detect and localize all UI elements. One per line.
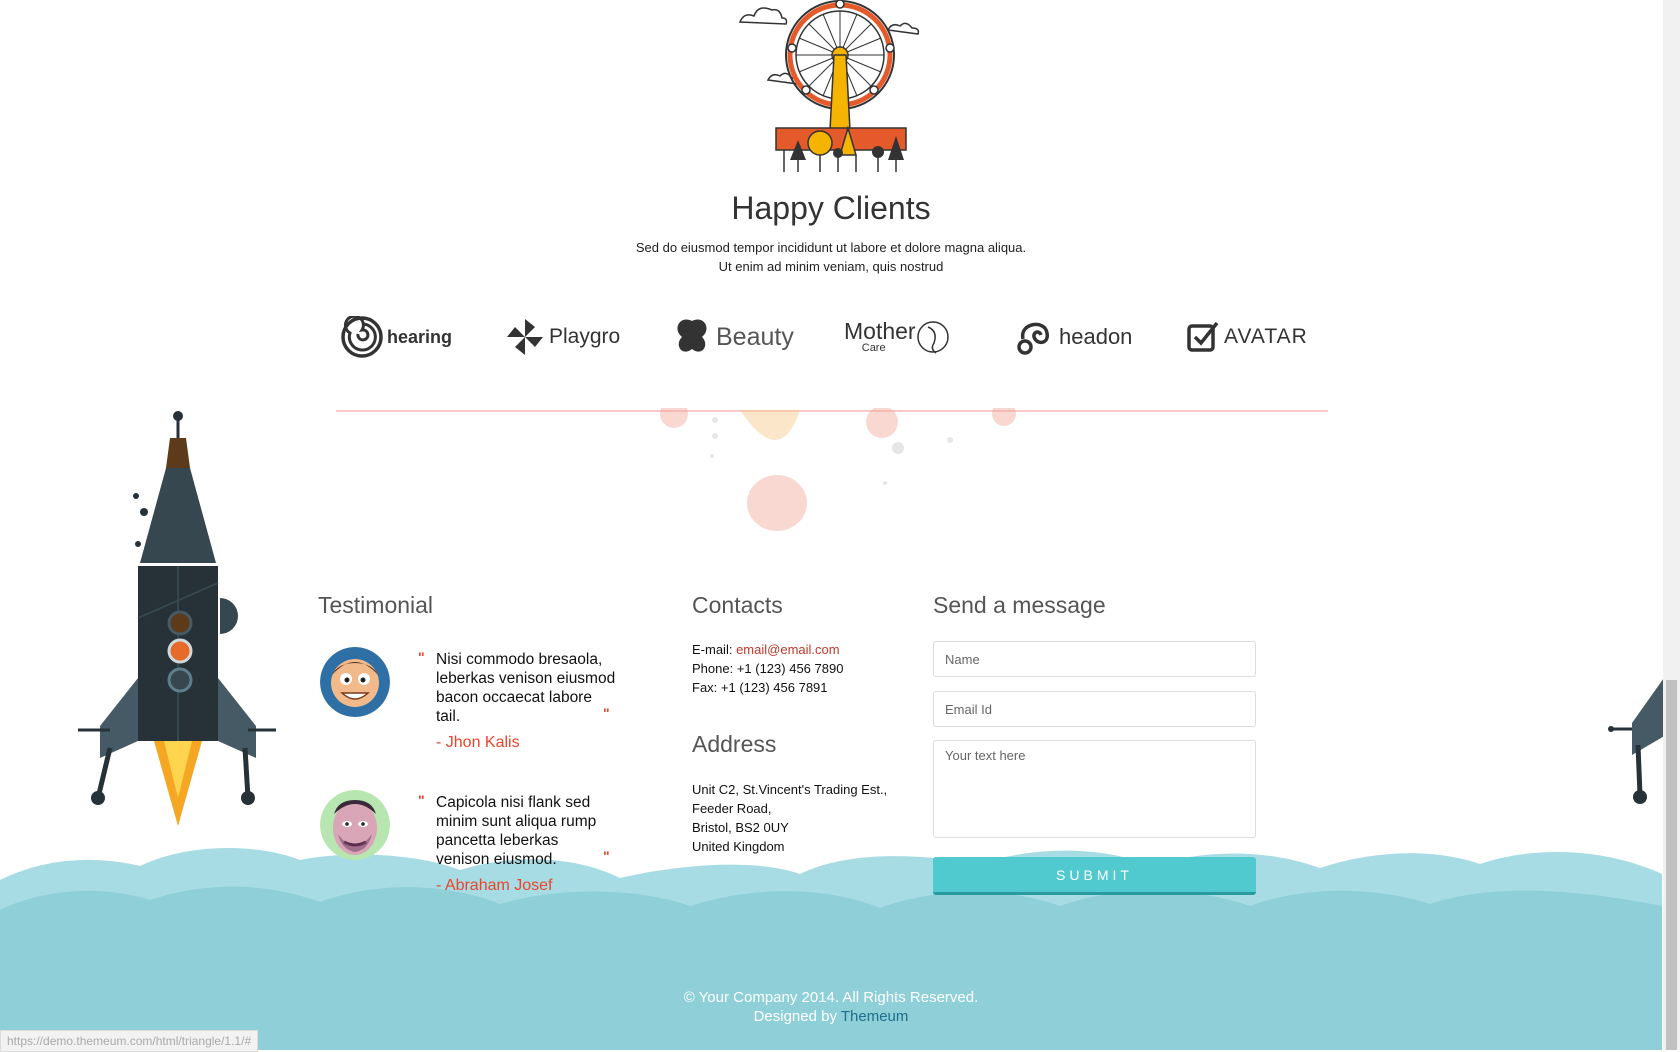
headphones-icon bbox=[1017, 322, 1049, 355]
happy-clients-subtitle: Sed do eiusmod tempor incididunt ut labo… bbox=[0, 238, 1662, 276]
pinwheel-icon bbox=[507, 319, 543, 355]
contact-email-row: E-mail: email@email.com bbox=[692, 640, 843, 659]
happy-clients-title: Happy Clients bbox=[731, 190, 931, 226]
address-line: United Kingdom bbox=[692, 839, 785, 854]
client-logo-mother-care[interactable]: Mother Care bbox=[844, 312, 954, 362]
client-logo-label: Beauty bbox=[716, 322, 794, 351]
quote-open-icon: " bbox=[418, 649, 426, 665]
address-line: Bristol, BS2 0UY bbox=[692, 820, 789, 835]
client-logo-label: Playgro bbox=[549, 325, 621, 348]
testimonial-item: " Capicola nisi flank sed minim sunt ali… bbox=[318, 788, 618, 908]
scrollbar-thumb[interactable] bbox=[1666, 680, 1677, 1050]
email-link[interactable]: email@email.com bbox=[736, 642, 840, 657]
client-logo-playgro[interactable]: Playgro bbox=[505, 312, 620, 362]
message-textarea[interactable] bbox=[933, 740, 1256, 838]
footer-credit: Designed by Themeum bbox=[0, 1007, 1662, 1026]
subtitle-line-1: Sed do eiusmod tempor incididunt ut labo… bbox=[635, 240, 1027, 255]
contacts-title: Contacts bbox=[692, 592, 783, 618]
client-logo-beauty[interactable]: Beauty bbox=[672, 312, 794, 362]
address-line: Feeder Road, bbox=[692, 801, 772, 816]
status-bar-url: https://demo.themeum.com/html/triangle/1… bbox=[0, 1030, 259, 1052]
email-label: E-mail: bbox=[692, 642, 733, 657]
spiral-icon bbox=[341, 316, 383, 358]
decorative-bubbles-illustration bbox=[660, 408, 1016, 531]
contact-details: E-mail: email@email.com Phone: +1 (123) … bbox=[692, 640, 843, 697]
testimonial-author: - Abraham Josef bbox=[436, 877, 553, 894]
submit-button[interactable]: SUBMIT bbox=[933, 857, 1256, 895]
client-logo-label: hearing bbox=[387, 326, 453, 347]
quote-close-icon: " bbox=[603, 848, 611, 864]
quote-open-icon: " bbox=[418, 792, 426, 808]
mother-face-icon bbox=[916, 321, 949, 354]
testimonial-quote: Nisi commodo bresaola, leberkas venison … bbox=[436, 651, 616, 725]
address-line: Unit C2, St.Vincent's Trading Est., bbox=[692, 782, 888, 797]
rocket-illustration bbox=[78, 411, 276, 826]
client-logo-headon[interactable]: headon bbox=[1015, 312, 1132, 362]
testimonial-item: " Nisi commodo bresaola, leberkas veniso… bbox=[318, 645, 618, 765]
testimonial-quote: Capicola nisi flank sed minim sunt aliqu… bbox=[436, 794, 597, 868]
avatar bbox=[320, 647, 390, 717]
client-logo-avatar[interactable]: AVATAR bbox=[1186, 312, 1308, 362]
client-logo-label: AVATAR bbox=[1224, 325, 1308, 348]
avatar bbox=[320, 790, 390, 860]
name-field[interactable] bbox=[933, 641, 1256, 677]
email-field[interactable] bbox=[933, 691, 1256, 727]
address-details: Unit C2, St.Vincent's Trading Est., Feed… bbox=[692, 780, 887, 856]
designed-by-label: Designed by bbox=[753, 1008, 837, 1025]
testimonial-title: Testimonial bbox=[318, 592, 434, 618]
client-logo-hearing[interactable]: hearing bbox=[341, 312, 452, 362]
footer-copyright: © Your Company 2014. All Rights Reserved… bbox=[683, 989, 979, 1006]
quote-close-icon: " bbox=[603, 705, 611, 721]
client-logo-label: headon bbox=[1059, 324, 1133, 349]
address-title: Address bbox=[692, 731, 777, 757]
rocket-illustration-partial bbox=[1608, 675, 1666, 804]
contact-phone: Phone: +1 (123) 456 7890 bbox=[692, 661, 844, 676]
checkbox-icon bbox=[1187, 321, 1219, 352]
designer-link[interactable]: Themeum bbox=[841, 1008, 909, 1025]
client-logo-text: Mother Care bbox=[844, 320, 916, 354]
client-logos: hearing Playgro Beauty Mother Care heado… bbox=[335, 312, 1315, 362]
page-scrollbar[interactable] bbox=[1663, 0, 1680, 1050]
client-logo-sublabel: Care bbox=[861, 342, 886, 354]
ferris-wheel-illustration bbox=[738, 0, 920, 172]
testimonial-author: - Jhon Kalis bbox=[436, 734, 520, 751]
contact-fax: Fax: +1 (123) 456 7891 bbox=[692, 680, 828, 695]
client-logo-label: Mother bbox=[844, 318, 916, 344]
send-message-title: Send a message bbox=[933, 592, 1106, 618]
butterfly-icon bbox=[677, 319, 707, 352]
subtitle-line-2: Ut enim ad minim veniam, quis nostrud bbox=[718, 259, 944, 274]
